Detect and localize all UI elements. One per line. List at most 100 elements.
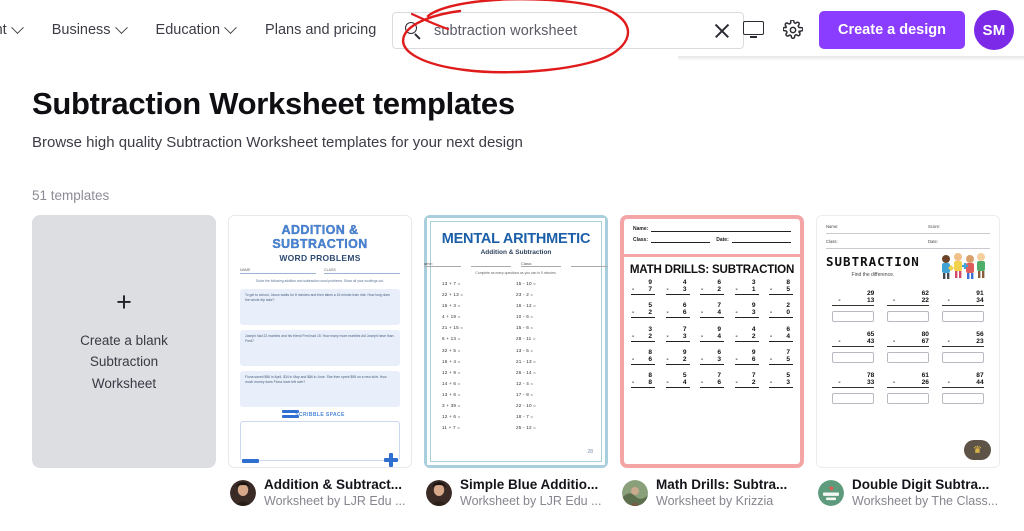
nav-item-plans-and-pricing[interactable]: Plans and pricing	[265, 22, 376, 38]
name-field-label: Name:	[633, 226, 649, 232]
minus-operator: -	[892, 297, 896, 304]
card-title[interactable]: Math Drills: Subtra...	[656, 477, 787, 492]
plus-icon	[384, 452, 398, 467]
question-box: Joseph had 22 marbles and his friend Fre…	[240, 329, 400, 366]
problem: 16 + 4 =	[442, 358, 461, 364]
problem: 26 - 14 =	[516, 369, 537, 375]
problem: 3-2	[631, 326, 655, 342]
nav-item-education[interactable]: Education	[155, 20, 237, 38]
create-blank-card[interactable]: + Create a blank Subtraction Worksheet	[32, 215, 216, 508]
minus-operator: -	[735, 285, 738, 293]
minus-operator: -	[666, 355, 669, 363]
settings-button[interactable]	[773, 10, 813, 50]
scribble-label: SCRIBBLE SPACE	[295, 411, 345, 418]
problem: 6-3	[700, 349, 724, 365]
subtrahend: -6	[665, 309, 690, 319]
template-card[interactable]: MENTAL ARITHMETIC Addition & Subtraction…	[424, 215, 608, 508]
nav-item-spotlight[interactable]: otlight	[0, 20, 24, 38]
class-field-label: CLASS	[324, 268, 400, 274]
minus-operator: -	[632, 379, 635, 387]
header-actions: Create a design SM	[733, 0, 1014, 60]
sheet-name-fields: Name: Score:	[826, 224, 990, 234]
problem: 21 + 15 =	[442, 325, 464, 331]
search-input[interactable]: subtraction worksheet	[392, 12, 744, 49]
chevron-down-icon	[114, 20, 128, 34]
problem: 4-3	[665, 279, 690, 295]
minus-operator: -	[770, 355, 773, 363]
answer-row	[826, 311, 990, 322]
answer-box	[886, 393, 929, 404]
card-caption-text: Simple Blue Additio... Worksheet by LJR …	[460, 477, 602, 508]
problem: 8-8	[631, 372, 655, 389]
monitor-icon	[742, 21, 764, 39]
card-title[interactable]: Double Digit Subtra...	[852, 477, 998, 492]
template-card[interactable]: Name: Score: Class: Date: SUBTRACTION Fi…	[816, 215, 1000, 508]
problem-row: 29-13 62-22 91-34	[826, 290, 990, 306]
minus-operator: -	[666, 309, 669, 317]
nav-item-label: otlight	[0, 22, 7, 38]
sheet-subheading: Find the difference.	[851, 272, 895, 278]
card-author[interactable]: Worksheet by LJR Edu ...	[264, 494, 406, 508]
minuend: 29	[866, 290, 875, 297]
problem-row: 78-33 61-26 87-44	[826, 372, 990, 388]
class-field-label: Class:	[633, 237, 649, 243]
display-settings-button[interactable]	[733, 10, 773, 50]
answer-box	[886, 352, 929, 363]
minus-operator: -	[735, 355, 738, 363]
name-field-label: Name:	[826, 224, 839, 229]
template-thumbnail[interactable]: Name: Class: Date: MATH DRILLS: SUBTRACT…	[620, 215, 804, 468]
subtrahend: -44	[941, 379, 984, 388]
minus-operator: -	[770, 379, 773, 387]
problem: 29-13	[832, 290, 875, 306]
minus-operator: -	[947, 379, 950, 386]
subtrahend: -2	[734, 379, 759, 389]
class-field-label: Class:	[826, 239, 838, 244]
problem: 12 + 6 =	[442, 414, 461, 420]
main-nav: otlight Business Education Plans and pricin…	[0, 20, 376, 38]
card-caption: Double Digit Subtra... Worksheet by The …	[816, 477, 1000, 508]
nav-item-business[interactable]: Business	[52, 20, 128, 38]
card-author[interactable]: Worksheet by Krizzia	[656, 494, 787, 508]
avatar	[622, 479, 648, 506]
main-content: Subtraction Worksheet templates Browse h…	[0, 60, 1024, 531]
subtrahend: -34	[941, 297, 984, 306]
worksheet-preview: Name: Class: Date: MATH DRILLS: SUBTRACT…	[620, 215, 804, 468]
worksheet-preview: MENTAL ARITHMETIC Addition & Subtraction…	[424, 215, 608, 468]
sheet-heading: MENTAL ARITHMETIC	[441, 231, 591, 247]
template-thumbnail[interactable]: MENTAL ARITHMETIC Addition & Subtraction…	[424, 215, 608, 468]
subtrahend: -3	[734, 309, 759, 319]
score-field-label: Score:	[928, 224, 941, 229]
problem-row: 65-43 80-67 56-23	[826, 331, 990, 347]
subtrahend: -0	[769, 309, 793, 319]
create-blank-line-1: Create a blank	[80, 333, 168, 348]
template-thumbnail[interactable]: ADDITION & SUBTRACTION WORD PROBLEMS NAM…	[228, 215, 412, 468]
template-thumbnail[interactable]: Name: Score: Class: Date: SUBTRACTION Fi…	[816, 215, 1000, 468]
sheet-instructions: Complete as many questions as you can in…	[475, 271, 557, 275]
template-card[interactable]: ADDITION & SUBTRACTION WORD PROBLEMS NAM…	[228, 215, 412, 508]
card-title[interactable]: Addition & Subtract...	[264, 477, 406, 492]
problem: 5-3	[769, 372, 793, 389]
create-blank-label: Create a blank Subtraction Worksheet	[80, 330, 168, 394]
create-a-design-button[interactable]: Create a design	[819, 11, 965, 49]
card-author[interactable]: Worksheet by The Class...	[852, 494, 998, 508]
subtrahend: -5	[769, 355, 793, 365]
page-root: otlight Business Education Plans and pricin…	[0, 0, 1024, 531]
card-title[interactable]: Simple Blue Additio...	[460, 477, 602, 492]
problem: 7-6	[700, 372, 724, 389]
create-blank-thumbnail[interactable]: + Create a blank Subtraction Worksheet	[32, 215, 216, 468]
problem: 6-6	[665, 302, 690, 319]
minuend: 78	[866, 372, 875, 379]
template-card-selected[interactable]: Name: Class: Date: MATH DRILLS: SUBTRACT…	[620, 215, 804, 508]
problem: 61-26	[886, 372, 929, 388]
nav-item-label: Education	[155, 22, 221, 38]
problem: 13 + 6 =	[442, 391, 461, 397]
sheet-heading: MATH DRILLS: SUBTRACTION	[629, 263, 795, 276]
chevron-down-icon	[224, 20, 237, 34]
avatar[interactable]: SM	[974, 10, 1014, 50]
problem: 13 - 5 =	[516, 347, 534, 353]
question-box: Fiona saved $56 in April, $34 in May and…	[240, 370, 400, 407]
problem: 7-4	[700, 302, 724, 319]
card-author[interactable]: Worksheet by LJR Edu ...	[460, 494, 602, 508]
subtrahend: -2	[734, 333, 759, 342]
close-icon[interactable]	[711, 20, 733, 42]
